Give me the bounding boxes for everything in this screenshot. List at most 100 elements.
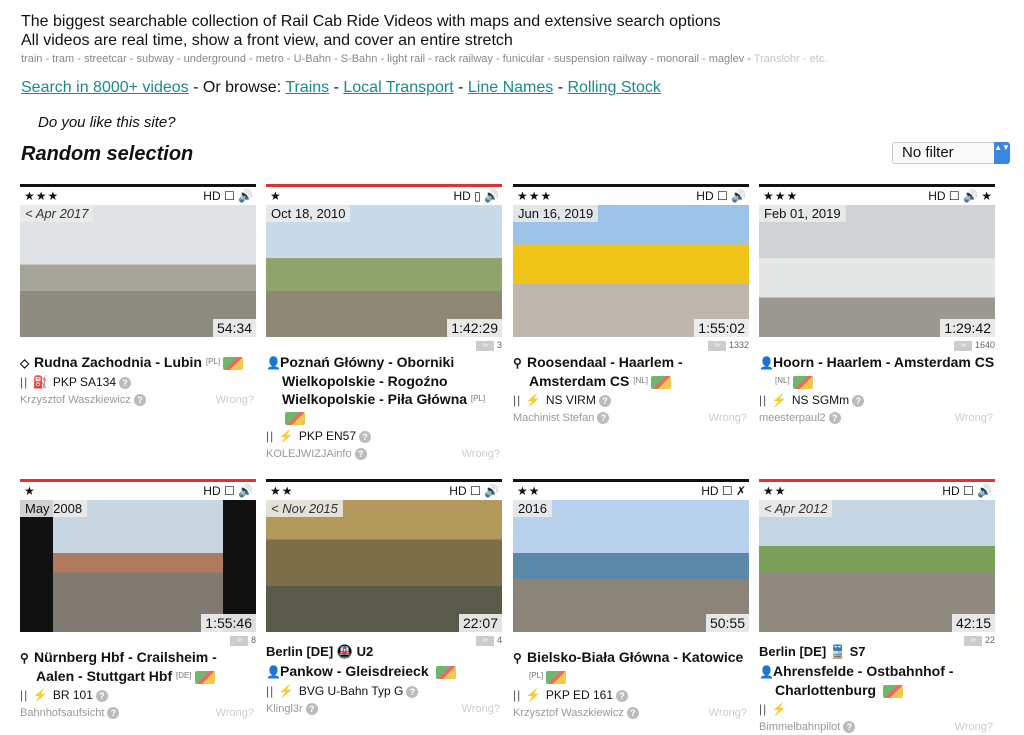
rolling-stock-link[interactable]: Rolling Stock [567, 79, 660, 96]
map-icon[interactable] [223, 356, 244, 370]
wrong-link[interactable]: Wrong? [955, 721, 993, 733]
help-icon[interactable]: ? [305, 703, 318, 716]
city-line-tag[interactable]: Berlin [DE] 🚆 S7 [759, 644, 995, 660]
video-thumbnail[interactable]: Oct 18, 2010 1:42:29 [266, 205, 502, 337]
help-icon[interactable]: ? [95, 689, 108, 702]
map-icon[interactable] [650, 375, 671, 389]
card-header: ★★ HD ☐ 🔊 [759, 482, 995, 500]
video-thumbnail[interactable]: Jun 16, 2019 1:55:02 [513, 205, 749, 337]
help-icon[interactable]: ? [616, 689, 628, 702]
route-type-icon: 👤 [759, 356, 774, 370]
help-icon[interactable]: ? [354, 448, 367, 461]
rating-stars: ★ [270, 189, 282, 203]
author-name[interactable]: Krzysztof Waszkiewicz [20, 394, 131, 406]
vehicle-name[interactable]: BVG U-Bahn Typ G [299, 684, 404, 698]
wrong-link[interactable]: Wrong? [462, 448, 500, 460]
help-icon[interactable]: ? [119, 376, 132, 389]
author-name[interactable]: meesterpaul2 [759, 412, 826, 424]
vehicle-name[interactable]: PKP EN57 [299, 429, 356, 443]
vehicle-line[interactable]: || ⚡ NS SGMm? [759, 393, 995, 407]
route-type-icon: ⚲ [513, 356, 522, 370]
video-card[interactable]: ★★ HD ☐ 🔊 < Nov 2015 22:07 ≈ 4 Berlin [DE] 🚇 … [266, 479, 502, 717]
video-thumbnail[interactable]: < Apr 2012 42:15 [759, 500, 995, 632]
video-thumbnail[interactable]: < Nov 2015 22:07 [266, 500, 502, 632]
video-date: Oct 18, 2010 [266, 205, 351, 222]
filter-select[interactable]: No filter ▲▼ [892, 142, 1010, 164]
vehicle-line[interactable]: || ⚡ PKP ED 161? [513, 688, 749, 702]
help-icon[interactable]: ? [359, 430, 371, 443]
video-card[interactable]: ★★ HD ☐ 🔊 < Apr 2012 42:15 ≈ 22 Berlin [DE] 🚆… [759, 479, 995, 735]
traction-icon: || ⚡ [266, 684, 299, 698]
help-icon[interactable]: ? [597, 412, 610, 425]
vehicle-line[interactable]: || ⚡ BR 101? [20, 688, 256, 702]
help-icon[interactable]: ? [406, 685, 419, 698]
help-icon[interactable]: ? [598, 394, 611, 407]
video-title[interactable]: 👤Hoorn - Haarlem - Amsterdam CS [NL] [759, 353, 995, 390]
author-name[interactable]: Krzysztof Waszkiewicz [513, 707, 624, 719]
vehicle-line[interactable]: || ⚡ [759, 702, 995, 716]
map-icon[interactable] [194, 670, 215, 684]
video-title[interactable]: 👤Poznań Główny - Oborniki Wielkopolskie … [266, 353, 502, 426]
local-transport-link[interactable]: Local Transport [343, 79, 453, 96]
video-card[interactable]: ★★★ HD ☐ 🔊 < Apr 2017 54:34 ◇ Rudna Zachodnia… [20, 184, 256, 408]
vehicle-line[interactable]: || ⚡ NS VIRM? [513, 393, 749, 407]
map-icon[interactable] [546, 670, 567, 684]
video-title[interactable]: 👤Ahrensfelde - Ostbahnhof - Charlottenbu… [759, 662, 995, 699]
wrong-link[interactable]: Wrong? [709, 412, 747, 424]
video-thumbnail[interactable]: May 2008 1:55:46 [20, 500, 256, 632]
vehicle-name[interactable]: PKP SA134 [53, 375, 116, 389]
video-card[interactable]: ★ HD ☐ 🔊 May 2008 1:55:46 ≈ 8 ⚲ Nürnberg Hbf -… [20, 479, 256, 721]
line-names-link[interactable]: Line Names [468, 79, 553, 96]
wrong-link[interactable]: Wrong? [955, 412, 993, 424]
help-icon[interactable]: ? [133, 394, 146, 407]
vehicle-name[interactable]: NS VIRM [546, 393, 596, 407]
help-icon[interactable]: ? [843, 721, 856, 734]
views-icon: ≈ [964, 635, 983, 646]
help-icon[interactable]: ? [828, 412, 841, 425]
map-icon[interactable] [435, 665, 456, 679]
video-title[interactable]: ⚲ Nürnberg Hbf - Crailsheim - Aalen - Stu… [20, 648, 256, 685]
vehicle-line[interactable]: || ⚡ PKP EN57? [266, 429, 502, 443]
trains-link[interactable]: Trains [285, 79, 329, 96]
video-title[interactable]: 👤Pankow - Gleisdreieck [266, 662, 502, 681]
video-date: < Apr 2012 [759, 500, 833, 517]
map-icon[interactable] [285, 411, 305, 425]
video-card[interactable]: ★★★ HD ☐ 🔊 ★ Feb 01, 2019 1:29:42 ≈ 1640 👤Hoo… [759, 184, 995, 426]
map-icon[interactable] [792, 375, 813, 389]
city-line-tag[interactable]: Berlin [DE] 🚇 U2 [266, 644, 502, 660]
map-icon[interactable] [883, 684, 903, 698]
video-thumbnail[interactable]: Feb 01, 2019 1:29:42 [759, 205, 995, 337]
video-thumbnail[interactable]: < Apr 2017 54:34 [20, 205, 256, 337]
author-name[interactable]: Machinist Stefan [513, 412, 594, 424]
random-selection-heading: Random selection [21, 143, 194, 165]
wrong-link[interactable]: Wrong? [462, 703, 500, 715]
search-link[interactable]: Search in 8000+ videos [21, 79, 189, 96]
help-icon[interactable]: ? [107, 707, 120, 720]
video-card[interactable]: ★★★ HD ☐ 🔊 Jun 16, 2019 1:55:02 ≈ 1332 ⚲ Roose… [513, 184, 749, 426]
author-name[interactable]: KOLEJWIZJAinfo [266, 448, 352, 460]
vehicle-line[interactable]: || ⚡ BVG U-Bahn Typ G? [266, 684, 502, 698]
vehicle-name[interactable]: NS SGMm [792, 393, 849, 407]
vehicle-line[interactable]: || ⛽ PKP SA134? [20, 375, 256, 389]
video-title[interactable]: ⚲ Roosendaal - Haarlem - Amsterdam CS [NL… [513, 353, 749, 390]
like-site-link[interactable]: Do you like this site? [38, 114, 176, 131]
browse-text: - Or browse: [188, 79, 286, 96]
video-title[interactable]: ◇ Rudna Zachodnia - Lubin [PL] [20, 353, 256, 372]
route-type-icon: 👤 [266, 665, 281, 679]
author-name[interactable]: Bahnhofsaufsicht [20, 707, 104, 719]
author-name[interactable]: Klingl3r [266, 703, 303, 715]
video-thumbnail[interactable]: 2016 50:55 [513, 500, 749, 632]
video-duration: 1:42:29 [447, 319, 502, 337]
vehicle-name[interactable]: PKP ED 161 [546, 688, 613, 702]
wrong-link[interactable]: Wrong? [216, 707, 254, 719]
wrong-link[interactable]: Wrong? [216, 394, 254, 406]
video-duration: 42:15 [951, 614, 995, 632]
video-title[interactable]: ⚲ Bielsko-Biała Główna - Katowice [PL] [513, 648, 749, 685]
help-icon[interactable]: ? [852, 394, 865, 407]
vehicle-name[interactable]: BR 101 [53, 688, 93, 702]
video-card[interactable]: ★★ HD ☐ ✗ 2016 50:55 ⚲ Bielsko-Biała Główna -… [513, 479, 749, 721]
video-card[interactable]: ★ HD ▯ 🔊 Oct 18, 2010 1:42:29 ≈ 3 👤Poznań Głó… [266, 184, 502, 462]
help-icon[interactable]: ? [626, 707, 639, 720]
author-name[interactable]: Bimmelbahnpilot [759, 721, 840, 733]
wrong-link[interactable]: Wrong? [709, 707, 747, 719]
